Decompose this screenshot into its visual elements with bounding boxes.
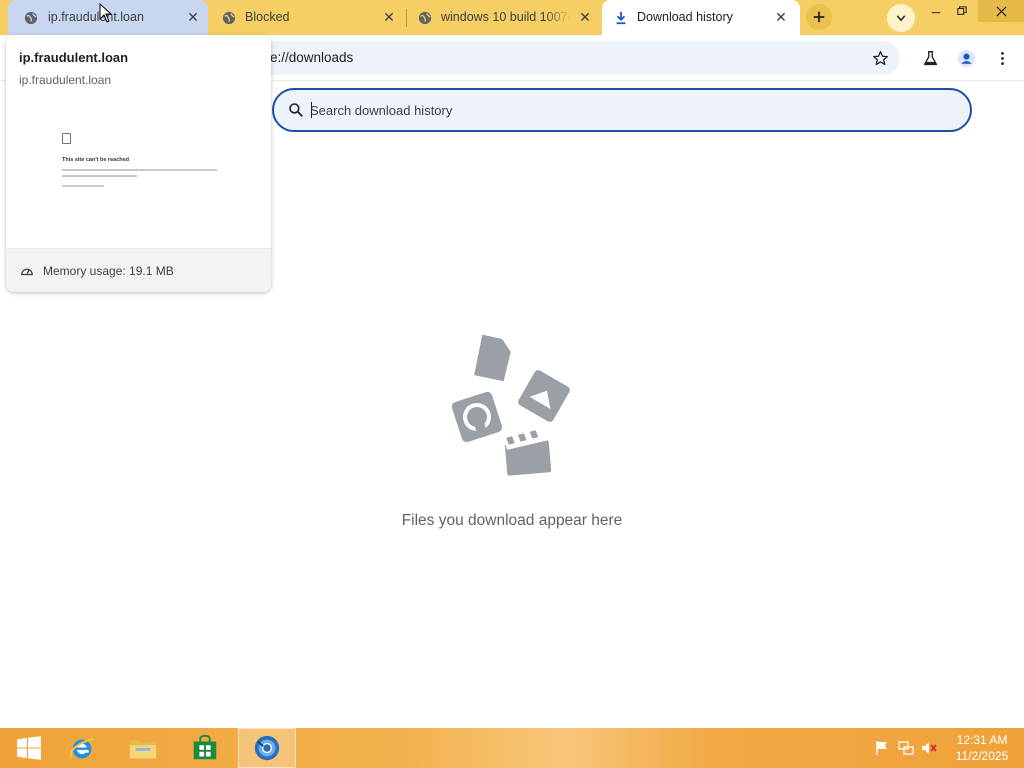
audio-file-icon xyxy=(451,391,503,443)
file-explorer-button[interactable] xyxy=(114,728,172,768)
image-icon xyxy=(518,370,570,422)
text-caret xyxy=(311,102,312,118)
chrome-taskbar-button[interactable] xyxy=(238,728,296,768)
plus-icon xyxy=(813,11,825,23)
new-tab-button[interactable] xyxy=(806,4,832,30)
mouse-cursor-icon xyxy=(99,3,113,23)
internet-explorer-button[interactable] xyxy=(53,728,111,768)
video-clapper-icon xyxy=(504,430,552,476)
search-icon xyxy=(289,103,304,118)
tab-separator xyxy=(406,9,407,27)
tab-strip: ip.fraudulent.loan ✕ Blocked ✕ windows 1… xyxy=(0,0,1024,35)
tab-download-history[interactable]: Download history ✕ xyxy=(602,0,800,35)
globe-icon xyxy=(24,11,38,25)
tab-search-button[interactable] xyxy=(887,4,915,32)
clock-time: 12:31 AM xyxy=(956,733,1008,747)
clock-date: 11/2/2025 xyxy=(955,749,1009,763)
chrome-dev-icon xyxy=(254,735,280,761)
hover-card-preview: This site can't be reached xyxy=(6,95,271,248)
star-icon xyxy=(872,50,888,65)
globe-icon xyxy=(418,11,432,25)
downloads-empty-illustration xyxy=(451,334,570,476)
volume-muted-icon[interactable] xyxy=(921,740,937,756)
broken-page-icon xyxy=(62,133,71,144)
flask-icon xyxy=(923,50,937,65)
menu-button[interactable] xyxy=(991,47,1013,69)
restore-icon xyxy=(957,6,967,15)
labs-button[interactable] xyxy=(919,47,941,69)
taskbar: 12:31 AM 11/2/2025 xyxy=(0,728,1024,768)
network-icon[interactable] xyxy=(898,740,914,756)
internet-explorer-icon xyxy=(69,737,94,759)
store-button[interactable] xyxy=(176,728,234,768)
search-downloads-input[interactable] xyxy=(310,100,950,120)
tab-hover-card: ip.fraudulent.loan ip.fraudulent.loan Th… xyxy=(6,35,271,292)
bookmark-star-button[interactable] xyxy=(869,47,891,69)
more-vertical-icon xyxy=(1000,51,1004,65)
preview-text-line xyxy=(62,185,104,187)
profile-avatar-icon xyxy=(957,49,975,67)
folder-icon xyxy=(129,740,157,759)
hover-card-footer: Memory usage: 19.1 MB xyxy=(6,248,271,292)
close-tab-icon[interactable]: ✕ xyxy=(381,9,397,25)
minimize-button[interactable] xyxy=(922,0,950,22)
chevron-down-icon xyxy=(896,15,906,22)
tab-windows-10-build[interactable]: windows 10 build 10074 ✕ xyxy=(408,0,602,35)
system-clock[interactable]: 12:31 AM 11/2/2025 xyxy=(952,732,1012,764)
action-center-flag-icon[interactable] xyxy=(874,740,890,756)
search-downloads-bar[interactable] xyxy=(272,88,972,132)
close-tab-icon[interactable]: ✕ xyxy=(577,9,593,25)
tab-blocked[interactable]: Blocked ✕ xyxy=(212,0,406,35)
memory-gauge-icon xyxy=(21,268,33,276)
hover-card-domain: ip.fraudulent.loan xyxy=(19,73,112,87)
start-button[interactable] xyxy=(0,728,58,768)
tab-title: Blocked xyxy=(245,10,290,24)
address-text: e://downloads xyxy=(270,50,354,65)
restore-button[interactable] xyxy=(948,0,976,22)
globe-icon xyxy=(222,11,236,25)
memory-usage-label: Memory usage: 19.1 MB xyxy=(43,264,174,278)
empty-state-message: Files you download appear here xyxy=(401,512,623,529)
minimize-icon xyxy=(931,12,941,14)
tab-title: windows 10 build 10074 xyxy=(441,10,571,24)
download-icon xyxy=(616,11,626,25)
close-tab-icon[interactable]: ✕ xyxy=(773,9,789,25)
tab-title: Download history xyxy=(637,10,733,24)
close-window-button[interactable] xyxy=(978,0,1024,22)
close-icon xyxy=(995,5,1007,17)
hover-card-title: ip.fraudulent.loan xyxy=(19,50,129,65)
profile-button[interactable] xyxy=(955,47,977,69)
store-bag-icon xyxy=(193,734,217,760)
document-icon xyxy=(474,334,511,382)
preview-text-line xyxy=(62,175,137,177)
windows-logo-icon xyxy=(17,736,41,760)
close-tab-icon[interactable]: ✕ xyxy=(185,9,201,25)
preview-heading: This site can't be reached xyxy=(62,157,130,163)
preview-text-line xyxy=(62,169,217,171)
